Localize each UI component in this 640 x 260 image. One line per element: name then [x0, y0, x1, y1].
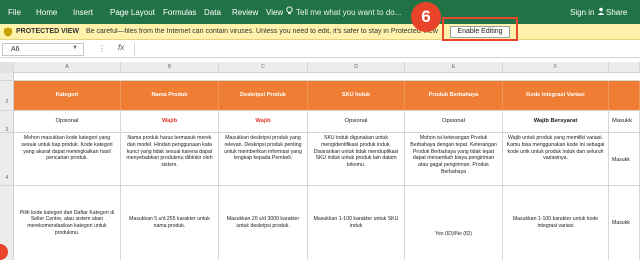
requirement-cell[interactable]: Masukk	[609, 111, 640, 132]
description-cell[interactable]: Mohon masukkan kode kategori yang sesuai…	[14, 133, 121, 185]
column-header-row: A B C D E F	[0, 62, 640, 73]
column-header-d[interactable]: D	[308, 62, 405, 73]
protected-view-title: PROTECTED VIEW	[16, 28, 80, 35]
tab-insert[interactable]: Insert	[73, 8, 93, 17]
example-cell[interactable]: Masukkan 1-100 karakter untuk SKU induk	[308, 186, 405, 260]
row-number[interactable]: 3	[0, 111, 14, 133]
description-cell[interactable]: Masukk	[609, 133, 640, 185]
tab-review[interactable]: Review	[232, 8, 258, 17]
description-cell[interactable]: Mohon isi keterangan Produk Berbahaya de…	[405, 133, 503, 185]
header-cell-kode-integrasi[interactable]: Kode Integrasi Variasi	[503, 81, 609, 110]
ribbon-menu-bar: File Home Insert Page Layout Formulas Da…	[0, 0, 640, 24]
column-header-b[interactable]: B	[121, 62, 219, 73]
header-cell-deskripsi[interactable]: Deskripsi Produk	[219, 81, 308, 110]
lightbulb-icon	[286, 6, 293, 15]
chevron-down-icon[interactable]: ▼	[72, 45, 78, 51]
example-cell[interactable]: Masukkan 1-100 karakter untuk kode integ…	[503, 186, 609, 260]
step-number-badge: 6	[411, 2, 441, 32]
example-cell[interactable]: Yes (ID)/No (ID)	[405, 186, 503, 260]
share-button[interactable]: Share	[606, 8, 627, 17]
column-header-g[interactable]	[609, 62, 640, 73]
row-number[interactable]	[0, 73, 14, 80]
column-header-f[interactable]: F	[503, 62, 609, 73]
more-options-icon: ⋮	[98, 44, 106, 53]
header-cell-sku-induk[interactable]: SKU Induk	[308, 81, 405, 110]
example-cell[interactable]: Masukk	[609, 186, 640, 260]
description-cell[interactable]: Wajib untuk produk yang memiliki variasi…	[503, 133, 609, 185]
requirement-cell[interactable]: Wajib Bersyarat	[503, 111, 609, 132]
sign-in-link[interactable]: Sign in	[570, 8, 594, 17]
header-cell-kategori[interactable]: Kategori	[14, 81, 121, 110]
formula-bar: A6 ▼ ⋮ fx	[0, 41, 640, 58]
person-icon	[597, 7, 605, 15]
description-cell[interactable]: Nama produk harus termasuk merek dan mod…	[121, 133, 219, 185]
description-cell[interactable]: SKU induk digunakan untuk mengidentifika…	[308, 133, 405, 185]
example-cell[interactable]: Pilih kode kategori dari Daftar Kategori…	[14, 186, 121, 260]
tab-formulas[interactable]: Formulas	[163, 8, 196, 17]
enable-editing-highlight	[442, 17, 518, 41]
column-header-e[interactable]: E	[405, 62, 503, 73]
description-row: 4 Mohon masukkan kode kategori yang sesu…	[0, 133, 640, 186]
protected-view-message: Be careful—files from the Internet can c…	[86, 28, 438, 35]
requirement-cell[interactable]: Opsional	[405, 111, 503, 132]
header-cell-produk-berbahaya[interactable]: Produk Berbahaya	[405, 81, 503, 110]
shield-icon	[4, 27, 12, 37]
tab-page-layout[interactable]: Page Layout	[110, 8, 155, 17]
header-cell-nama-produk[interactable]: Nama Produk	[121, 81, 219, 110]
example-cell[interactable]: Masukkan 5 s/d 255 karakter untuk nama p…	[121, 186, 219, 260]
row-number[interactable]: 4	[0, 133, 14, 185]
tab-data[interactable]: Data	[204, 8, 221, 17]
formula-input[interactable]	[134, 43, 638, 56]
column-header-a[interactable]: A	[14, 62, 121, 73]
column-header-c[interactable]: C	[219, 62, 308, 73]
row-number[interactable]: 2	[0, 81, 14, 110]
function-icon[interactable]: fx	[118, 43, 124, 52]
select-all-corner[interactable]	[0, 62, 14, 73]
requirement-cell[interactable]: Wajib	[219, 111, 308, 132]
header-row: 2 Kategori Nama Produk Deskripsi Produk …	[0, 81, 640, 111]
tab-view[interactable]: View	[266, 8, 283, 17]
header-cell-next[interactable]	[609, 81, 640, 110]
requirement-cell[interactable]: Wajib	[121, 111, 219, 132]
tab-file[interactable]: File	[8, 8, 21, 17]
example-row: Pilih kode kategori dari Daftar Kategori…	[0, 186, 640, 260]
tab-home[interactable]: Home	[36, 8, 57, 17]
protected-view-bar: PROTECTED VIEW Be careful—files from the…	[0, 24, 640, 40]
requirement-row: 3 Opsional Wajib Wajib Opsional Opsional…	[0, 111, 640, 133]
example-cell[interactable]: Masukkan 20 s/d 3000 karakter untuk desk…	[219, 186, 308, 260]
requirement-cell[interactable]: Opsional	[308, 111, 405, 132]
description-cell[interactable]: Masukkan deskripsi produk yang relevan. …	[219, 133, 308, 185]
tell-me-search[interactable]: Tell me what you want to do...	[296, 8, 401, 17]
spacer-row	[0, 73, 640, 81]
requirement-cell[interactable]: Opsional	[14, 111, 121, 132]
